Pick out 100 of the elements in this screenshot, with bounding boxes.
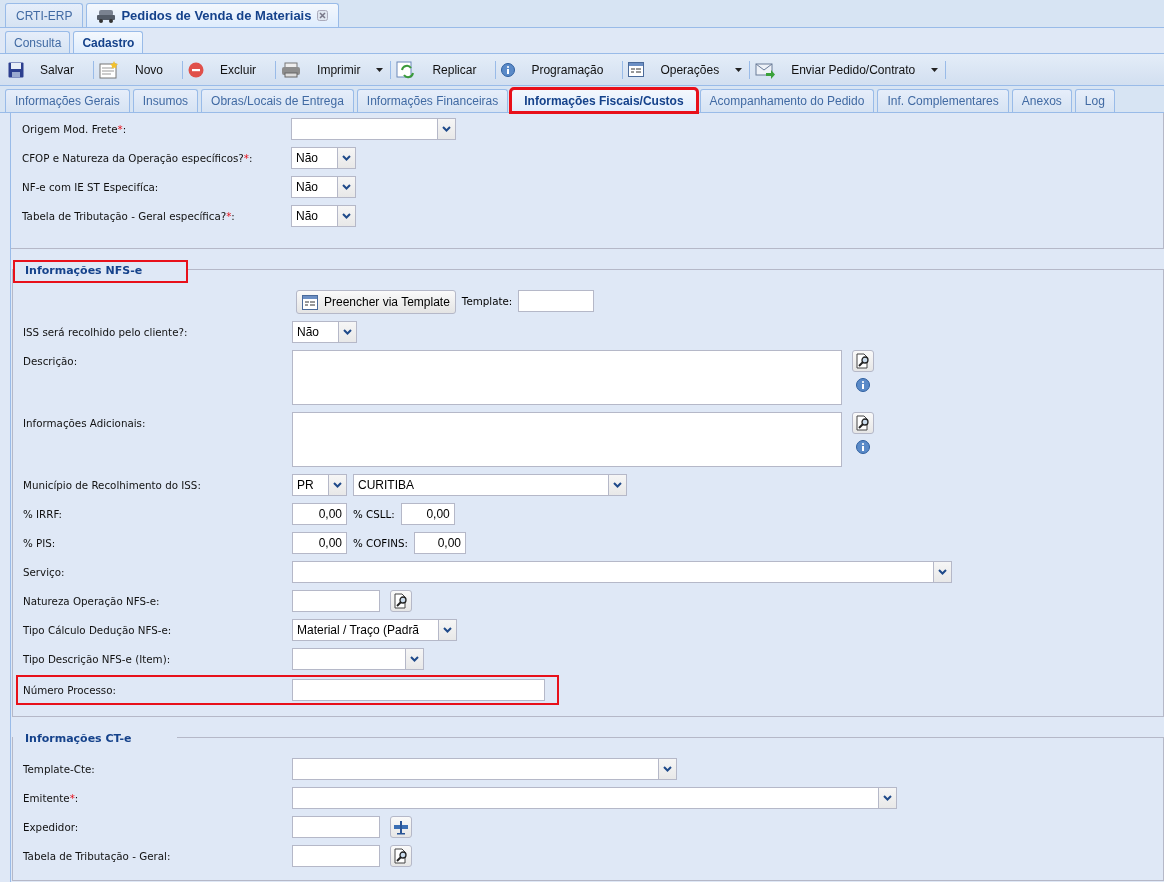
pole-icon xyxy=(393,819,409,835)
field-label: % PIS: xyxy=(23,536,57,551)
document-search-icon xyxy=(393,848,409,864)
text-field[interactable] xyxy=(518,290,595,312)
field-label: Natureza Operação NFS-e: xyxy=(23,594,161,609)
document-search-icon xyxy=(855,415,871,431)
dropdown-field[interactable]: PR xyxy=(292,474,347,496)
field-label: Template: xyxy=(461,294,513,309)
form-tab[interactable]: Inf. Complementares xyxy=(877,89,1009,112)
field-label: Descrição: xyxy=(23,354,79,369)
field-label: Informações Adicionais: xyxy=(23,416,147,431)
field-label: % IRRF: xyxy=(23,507,63,522)
dropdown-field[interactable] xyxy=(292,648,424,670)
lookup-button[interactable] xyxy=(852,412,874,434)
number-field[interactable]: 0,00 xyxy=(292,532,347,554)
toolbar-button[interactable]: Programação xyxy=(499,57,620,82)
toolbar-button[interactable]: Operações xyxy=(626,57,747,82)
chevron-icon xyxy=(938,569,947,575)
section-legend: Informações NFS-e xyxy=(13,260,189,283)
field-label: Tabela de Tributação - Geral específica?*: xyxy=(22,209,236,224)
dropdown-field[interactable]: Material / Traço (Padrã xyxy=(292,619,457,641)
field-label: NF-e com IE ST Especifíca: xyxy=(22,180,160,195)
text-field[interactable] xyxy=(292,679,545,701)
form-tab[interactable]: Informações Fiscais/Custos xyxy=(511,89,697,112)
number-field[interactable]: 0,00 xyxy=(400,503,455,525)
form-tab[interactable]: Log xyxy=(1074,89,1115,112)
toolbar-button[interactable]: Replicar xyxy=(394,57,493,82)
text-area[interactable] xyxy=(292,350,842,405)
text-field[interactable] xyxy=(292,590,380,612)
field-label: Número Processo: xyxy=(23,683,117,698)
chevron-icon xyxy=(342,184,351,190)
template-button[interactable]: Preencher via Template xyxy=(296,290,456,314)
caret-icon xyxy=(376,67,384,72)
delete-icon xyxy=(188,61,205,78)
pick-button[interactable] xyxy=(390,816,412,838)
dropdown-field[interactable] xyxy=(292,758,677,780)
caret-icon xyxy=(735,67,743,72)
dropdown-field[interactable] xyxy=(292,561,952,583)
document-search-icon xyxy=(393,593,409,609)
field-label: Tipo Cálculo Dedução NFS-e: xyxy=(23,623,173,638)
field-label: Tipo Descrição NFS-e (Item): xyxy=(23,652,172,667)
dropdown-field[interactable] xyxy=(291,118,456,140)
field-label: Serviço: xyxy=(23,565,66,580)
toolbar-button[interactable]: Enviar Pedido/Contrato xyxy=(753,57,943,82)
view-tab[interactable]: Cadastro xyxy=(73,31,144,53)
form-tab[interactable]: Informações Financeiras xyxy=(356,89,509,112)
chevron-icon xyxy=(333,482,342,488)
number-field[interactable]: 0,00 xyxy=(414,532,467,554)
chevron-icon xyxy=(663,766,672,772)
field-label: Emitente*: xyxy=(23,791,80,806)
chevron-icon xyxy=(342,213,351,219)
document-search-icon xyxy=(855,353,871,369)
chevron-icon xyxy=(613,482,622,488)
number-field[interactable]: 0,00 xyxy=(292,503,347,525)
chevron-icon xyxy=(343,329,352,335)
caret-icon xyxy=(931,67,939,72)
text-field[interactable] xyxy=(292,845,380,867)
chevron-icon xyxy=(883,795,892,801)
new-document-icon xyxy=(99,60,119,79)
field-label: CFOP e Natureza da Operação específicos?*: xyxy=(22,151,254,166)
chevron-icon xyxy=(342,155,351,161)
close-icon[interactable] xyxy=(317,10,329,21)
field-label: Origem Mod. Frete*: xyxy=(22,122,128,137)
text-field[interactable] xyxy=(292,816,380,838)
form-icon xyxy=(302,294,318,310)
form-tab[interactable]: Acompanhamento do Pedido xyxy=(699,89,875,112)
field-label: % CSLL: xyxy=(353,507,395,522)
dropdown-field[interactable]: Não xyxy=(291,147,356,169)
form-icon xyxy=(628,62,645,77)
dropdown-field[interactable]: CURITIBA xyxy=(353,474,627,496)
form-tab[interactable]: Anexos xyxy=(1011,89,1072,112)
toolbar-button[interactable]: Excluir xyxy=(186,57,273,82)
dropdown-field[interactable]: Não xyxy=(292,321,357,343)
dropdown-field[interactable] xyxy=(292,787,897,809)
toolbar-button[interactable]: Novo xyxy=(97,57,180,82)
chevron-icon xyxy=(443,627,452,633)
view-tab[interactable]: Consulta xyxy=(5,31,71,53)
field-label: Template-Cte: xyxy=(23,762,96,777)
form-tab[interactable]: Insumos xyxy=(132,89,199,112)
window-tab[interactable]: Pedidos de Venda de Materiais xyxy=(86,3,340,27)
field-label: Expedidor: xyxy=(23,820,80,835)
vehicle-icon xyxy=(97,8,116,23)
field-label: % COFINS: xyxy=(353,536,409,551)
toolbar-button[interactable]: Imprimir xyxy=(279,57,388,82)
info-icon xyxy=(501,62,516,77)
field-label: ISS será recolhido pelo cliente?: xyxy=(23,325,189,340)
chevron-icon xyxy=(410,656,419,662)
text-area[interactable] xyxy=(292,412,842,467)
field-label: Município de Recolhimento do ISS: xyxy=(23,478,202,493)
form-tab[interactable]: Obras/Locais de Entrega xyxy=(201,89,354,112)
printer-icon xyxy=(281,61,302,78)
lookup-button[interactable] xyxy=(390,845,412,867)
toolbar-button[interactable]: Salvar xyxy=(6,57,90,82)
dropdown-field[interactable]: Não xyxy=(291,205,356,227)
envelope-icon xyxy=(755,60,776,79)
window-tab[interactable]: CRTI-ERP xyxy=(5,3,84,27)
form-tab[interactable]: Informações Gerais xyxy=(5,89,130,112)
lookup-button[interactable] xyxy=(390,590,412,612)
lookup-button[interactable] xyxy=(852,350,874,372)
dropdown-field[interactable]: Não xyxy=(291,176,356,198)
